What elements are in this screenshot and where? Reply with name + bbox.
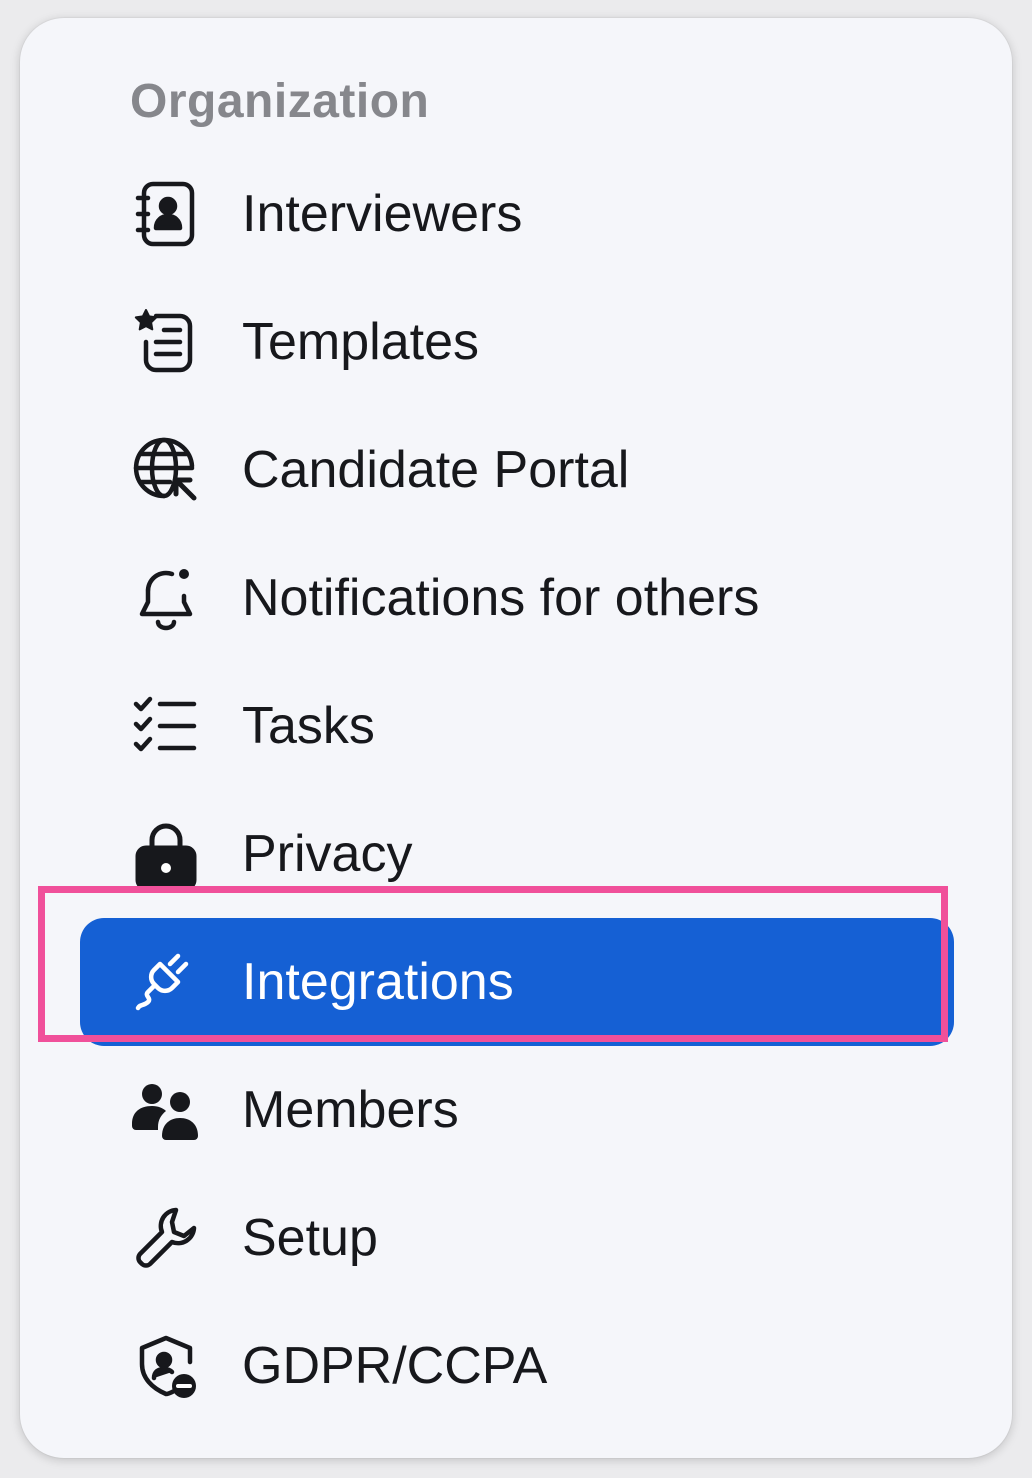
sidebar-item-candidate-portal[interactable]: Candidate Portal (80, 406, 954, 534)
bell-dot-icon (128, 562, 204, 634)
starred-list-icon (128, 306, 204, 378)
sidebar-item-tasks[interactable]: Tasks (80, 662, 954, 790)
sidebar-item-label: Tasks (242, 697, 375, 755)
sidebar-item-setup[interactable]: Setup (80, 1174, 954, 1302)
shield-user-minus-icon (128, 1330, 204, 1402)
sidebar-item-label: Candidate Portal (242, 441, 630, 499)
sidebar-item-label: Setup (242, 1209, 378, 1267)
globe-cursor-icon (128, 434, 204, 506)
sidebar-item-label: GDPR/CCPA (242, 1337, 548, 1395)
sidebar-item-integrations[interactable]: Integrations (80, 918, 954, 1046)
sidebar-item-templates[interactable]: Templates (80, 278, 954, 406)
sidebar-item-label: Members (242, 1081, 459, 1139)
sidebar-item-label: Notifications for others (242, 569, 760, 627)
settings-sidebar-panel: Organization Interviewers Templates Cand… (20, 18, 1012, 1458)
users-icon (128, 1074, 204, 1146)
lock-icon (128, 818, 204, 890)
sidebar-item-notifications-for-others[interactable]: Notifications for others (80, 534, 954, 662)
sidebar-item-gdpr-ccpa[interactable]: GDPR/CCPA (80, 1302, 954, 1430)
plug-icon (128, 946, 204, 1018)
sidebar-item-label: Interviewers (242, 185, 523, 243)
sidebar-item-label: Templates (242, 313, 479, 371)
sidebar-item-label: Privacy (242, 825, 413, 883)
sidebar-item-interviewers[interactable]: Interviewers (80, 150, 954, 278)
sidebar-item-members[interactable]: Members (80, 1046, 954, 1174)
sidebar-item-label: Integrations (242, 953, 514, 1011)
contact-book-icon (128, 178, 204, 250)
checklist-icon (128, 690, 204, 762)
wrench-icon (128, 1202, 204, 1274)
section-title: Organization (130, 75, 430, 128)
sidebar-item-privacy[interactable]: Privacy (80, 790, 954, 918)
